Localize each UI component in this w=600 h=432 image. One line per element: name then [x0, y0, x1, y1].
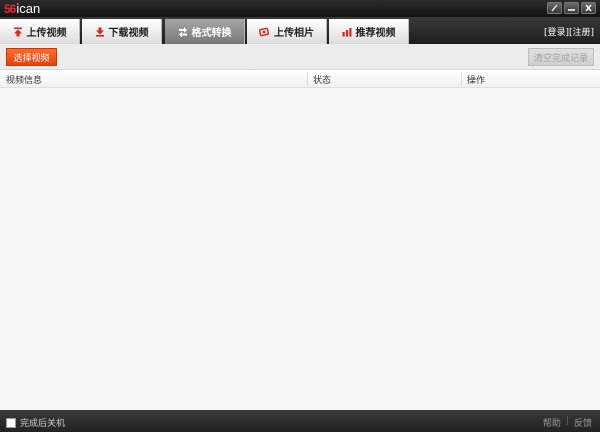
login-link[interactable]: [登录] [544, 28, 569, 38]
task-list [0, 88, 600, 410]
help-link[interactable]: 帮助 [543, 416, 561, 429]
tab-label: 上传相片 [274, 28, 314, 39]
download-arrow-icon [95, 27, 104, 37]
footer-links: 帮助 | 反馈 [543, 416, 592, 429]
column-divider[interactable] [461, 72, 462, 86]
column-header-status[interactable]: 状态 [313, 70, 331, 88]
shutdown-option[interactable]: 完成后关机 [6, 416, 65, 429]
column-header-action[interactable]: 操作 [467, 70, 485, 88]
tab-upload-photo[interactable]: 上传相片 [247, 19, 327, 44]
select-video-button[interactable]: 选择视频 [6, 48, 57, 66]
close-button[interactable] [581, 2, 596, 14]
status-bar: 完成后关机 帮助 | 反馈 [0, 410, 600, 432]
tab-label: 格式转换 [191, 28, 232, 39]
column-divider[interactable] [307, 72, 308, 86]
tab-format-convert[interactable]: 格式转换 [165, 19, 245, 44]
minimize-icon [568, 9, 575, 11]
convert-arrows-icon [178, 26, 187, 37]
window-controls [547, 2, 596, 14]
title-bar: 56 ican [0, 0, 600, 17]
toolbar: 选择视频 清空完成记录 [0, 44, 600, 70]
app-logo: 56 ican [4, 1, 40, 16]
account-links: [登录][注册] [544, 25, 594, 38]
recommend-chart-icon [342, 27, 351, 36]
pin-button[interactable] [547, 2, 562, 14]
register-link[interactable]: [注册] [569, 28, 594, 38]
tab-recommend-video[interactable]: 推荐视频 [329, 19, 409, 44]
shutdown-label: 完成后关机 [20, 419, 66, 429]
tab-upload-video[interactable]: 上传视频 [0, 19, 80, 44]
pin-icon [551, 4, 558, 12]
tab-label: 下载视频 [108, 28, 149, 39]
minimize-button[interactable] [564, 2, 579, 14]
app-window: 56 ican 上传视频 下载视频 格式转换 上传相片 推荐视频 [登录][注册… [0, 0, 600, 432]
tab-label: 上传视频 [26, 28, 67, 39]
logo-text: ican [16, 1, 41, 16]
logo-mark: 56 [4, 1, 16, 16]
column-header-video-info[interactable]: 视频信息 [6, 70, 42, 88]
main-tab-bar: 上传视频 下载视频 格式转换 上传相片 推荐视频 [登录][注册] [0, 17, 600, 44]
tab-label: 推荐视频 [355, 28, 396, 39]
photo-icon [259, 27, 270, 36]
upload-arrow-icon [13, 27, 22, 36]
clear-records-button[interactable]: 清空完成记录 [528, 48, 594, 66]
shutdown-checkbox[interactable] [6, 417, 16, 428]
feedback-link[interactable]: 反馈 [574, 416, 592, 429]
table-header: 视频信息 状态 操作 [0, 70, 600, 88]
close-icon [585, 4, 592, 12]
tab-download-video[interactable]: 下载视频 [82, 19, 162, 44]
footer-separator: | [565, 416, 569, 426]
